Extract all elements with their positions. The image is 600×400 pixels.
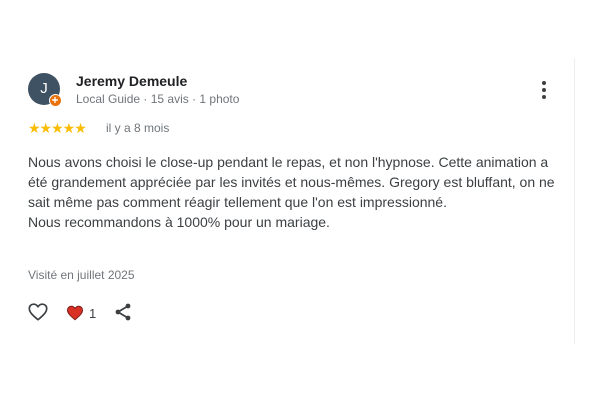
- reaction-count: 1: [89, 305, 97, 321]
- review-text: Nous avons choisi le close-up pendant le…: [28, 154, 555, 230]
- more-vert-icon: [542, 81, 546, 99]
- reaction-summary[interactable]: 1: [66, 303, 96, 323]
- avatar-initial: J: [40, 80, 48, 97]
- visit-date: Visité en juillet 2025: [28, 268, 135, 282]
- heart-outline-icon: [28, 303, 48, 321]
- reviewer-name[interactable]: Jeremy Demeule: [76, 73, 187, 89]
- star-rating: ★★★★★: [28, 120, 87, 136]
- more-options-button[interactable]: [536, 80, 552, 100]
- share-icon: [115, 303, 131, 321]
- heart-filled-icon: [67, 305, 83, 321]
- reviewer-meta[interactable]: Local Guide · 15 avis · 1 photo: [76, 92, 239, 106]
- review-card: J Jeremy Demeule Local Guide · 15 avis ·…: [0, 0, 600, 400]
- share-button[interactable]: [113, 302, 133, 322]
- local-guide-badge-icon: [49, 94, 62, 107]
- review-date: il y a 8 mois: [106, 121, 170, 135]
- panel-divider: [574, 58, 575, 344]
- like-button[interactable]: [27, 301, 49, 323]
